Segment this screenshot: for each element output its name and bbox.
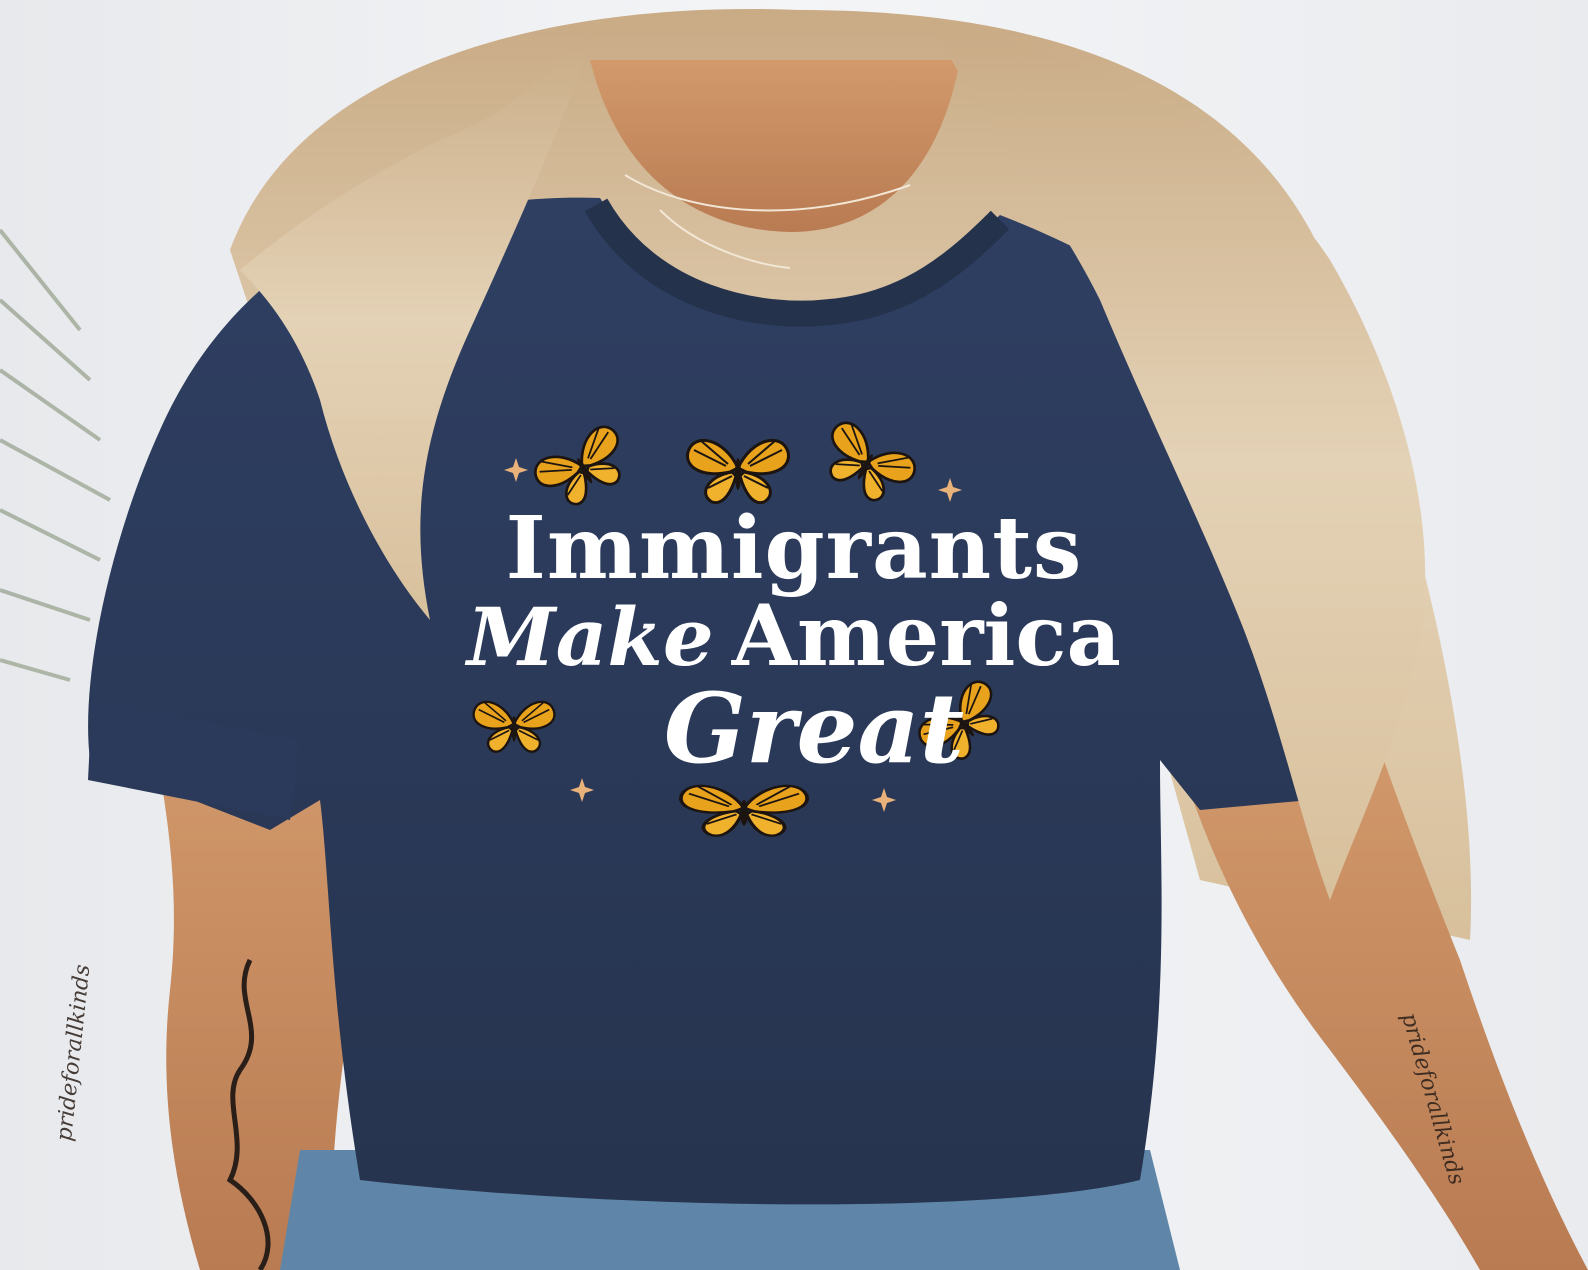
shirt-text-america: America [731, 586, 1121, 685]
shirt-text-make: Make [467, 590, 714, 684]
shirt-text-line1: Immigrants [505, 498, 1083, 599]
shirt-text-line2: Make America [0, 586, 1588, 685]
shirt-text-line3: Great [663, 672, 965, 785]
